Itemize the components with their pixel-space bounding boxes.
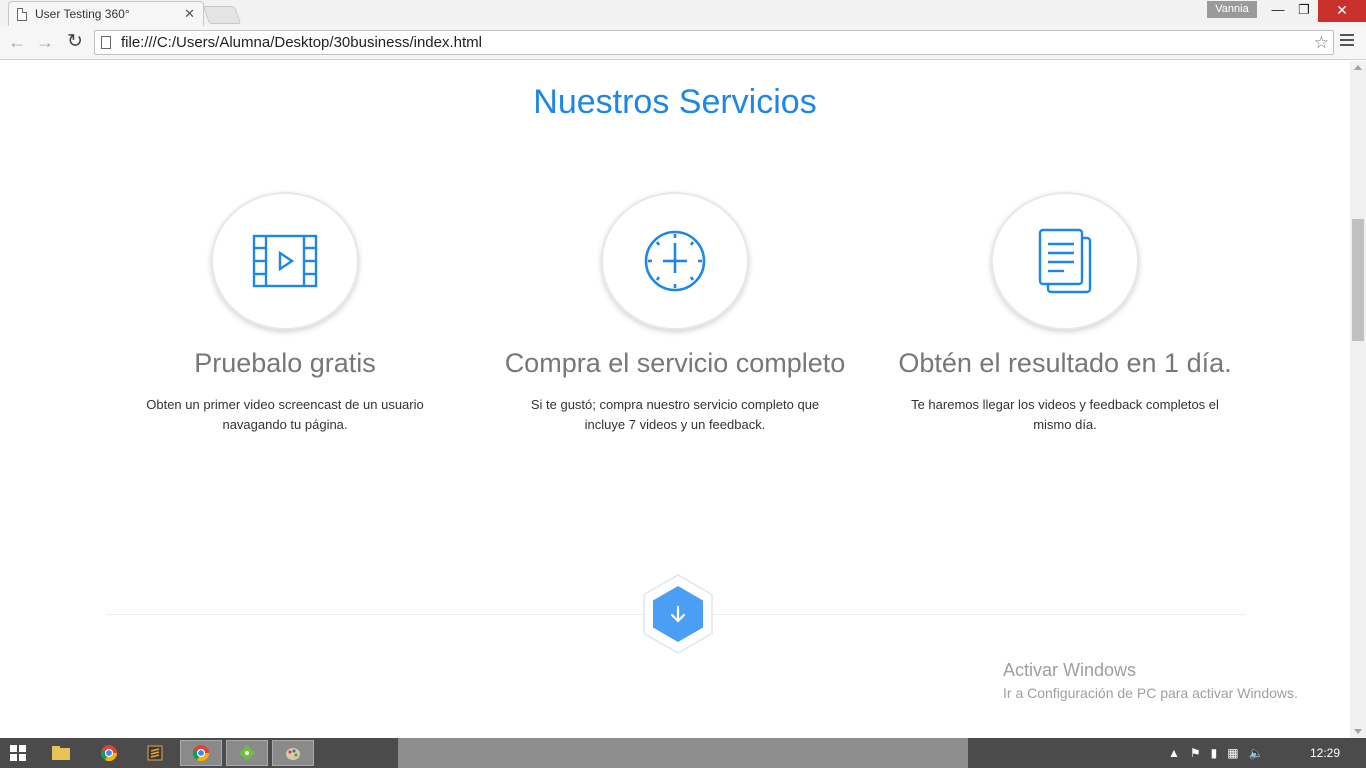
new-tab-button[interactable] — [202, 6, 242, 24]
forward-arrow-icon[interactable]: → — [34, 30, 56, 54]
page-viewport: Nuestros Servicios Pruebalo gratis Obten… — [0, 61, 1350, 738]
service-description: Obten un primer video screencast de un u… — [146, 397, 424, 432]
watermark-title: Activar Windows — [1003, 660, 1137, 680]
reload-icon[interactable]: ↻ — [64, 30, 86, 54]
browser-menu-icon[interactable] — [1340, 34, 1354, 49]
clock-icon — [644, 230, 706, 292]
paint-icon[interactable] — [272, 740, 314, 766]
browser-tab[interactable]: User Testing 360° ✕ — [8, 1, 204, 26]
taskbar-background — [398, 738, 968, 768]
windows-taskbar: ▲ ⚑ ▮ ▦ 🔈 12:29 — [0, 738, 1366, 768]
service-title: Compra el servicio completo — [504, 348, 846, 378]
service-title: Pruebalo gratis — [194, 348, 376, 378]
network-icon[interactable]: ▦ — [1227, 746, 1238, 760]
browser-toolbar: ← → ↻ file:///C:/Users/Alumna/Desktop/30… — [0, 26, 1366, 60]
windows-start-icon[interactable] — [10, 745, 26, 761]
documents-icon — [1038, 228, 1092, 294]
service-description: Te haremos llegar los videos y feedback … — [911, 397, 1219, 432]
watermark-subtitle: Ir a Configuración de PC para activar Wi… — [1003, 685, 1298, 701]
page-icon — [17, 7, 27, 21]
close-window-button[interactable]: ✕ — [1318, 0, 1366, 22]
service-description: Si te gustó; compra nuestro servicio com… — [530, 397, 820, 432]
scrollbar-thumb[interactable] — [1352, 219, 1364, 341]
service-icon-circle — [213, 194, 357, 328]
scroll-up-icon[interactable] — [1354, 65, 1362, 70]
chrome-icon[interactable] — [88, 740, 130, 766]
volume-icon[interactable]: 🔈 — [1249, 746, 1264, 760]
page-icon — [101, 36, 111, 49]
back-arrow-icon[interactable]: ← — [6, 30, 28, 54]
section-title: Nuestros Servicios — [533, 83, 817, 121]
action-center-flag-icon[interactable]: ⚑ — [1190, 746, 1201, 760]
system-tray: ▲ ⚑ ▮ ▦ 🔈 — [1168, 738, 1274, 768]
activate-windows-watermark: Activar Windows Ir a Configuración de PC… — [1003, 660, 1298, 701]
user-profile-badge[interactable]: Vannia — [1207, 1, 1257, 18]
git-icon[interactable] — [226, 740, 268, 766]
service-icon-circle — [603, 194, 747, 328]
battery-icon[interactable]: ▮ — [1211, 746, 1218, 760]
file-explorer-icon[interactable] — [40, 740, 82, 766]
service-card-full-service: Compra el servicio completo Si te gustó;… — [480, 194, 870, 435]
service-card-free-trial: Pruebalo gratis Obten un primer video sc… — [90, 194, 480, 435]
service-title: Obtén el resultado en 1 día. — [898, 348, 1232, 378]
address-bar[interactable]: file:///C:/Users/Alumna/Desktop/30busine… — [94, 30, 1334, 55]
service-card-one-day: Obtén el resultado en 1 día. Te haremos … — [870, 194, 1260, 435]
vertical-scrollbar[interactable] — [1350, 61, 1366, 738]
sublime-text-icon[interactable] — [134, 740, 176, 766]
tab-title: User Testing 360° — [35, 7, 130, 21]
scroll-down-icon[interactable] — [1354, 729, 1362, 734]
bookmark-star-icon[interactable]: ☆ — [1314, 33, 1329, 53]
browser-titlebar: User Testing 360° ✕ Vannia — ❐ ✕ — [0, 0, 1366, 26]
url-text[interactable]: file:///C:/Users/Alumna/Desktop/30busine… — [121, 34, 1314, 51]
show-hidden-icons-icon[interactable]: ▲ — [1168, 746, 1180, 760]
taskbar-clock[interactable]: 12:29 — [1310, 746, 1340, 760]
service-icon-circle — [993, 194, 1137, 328]
restore-button[interactable]: ❐ — [1290, 0, 1318, 22]
tab-close-icon[interactable]: ✕ — [184, 6, 195, 22]
scroll-down-button[interactable] — [642, 574, 714, 654]
minimize-button[interactable]: — — [1264, 0, 1292, 22]
video-icon — [252, 234, 318, 288]
chrome-active-icon[interactable] — [180, 740, 222, 766]
